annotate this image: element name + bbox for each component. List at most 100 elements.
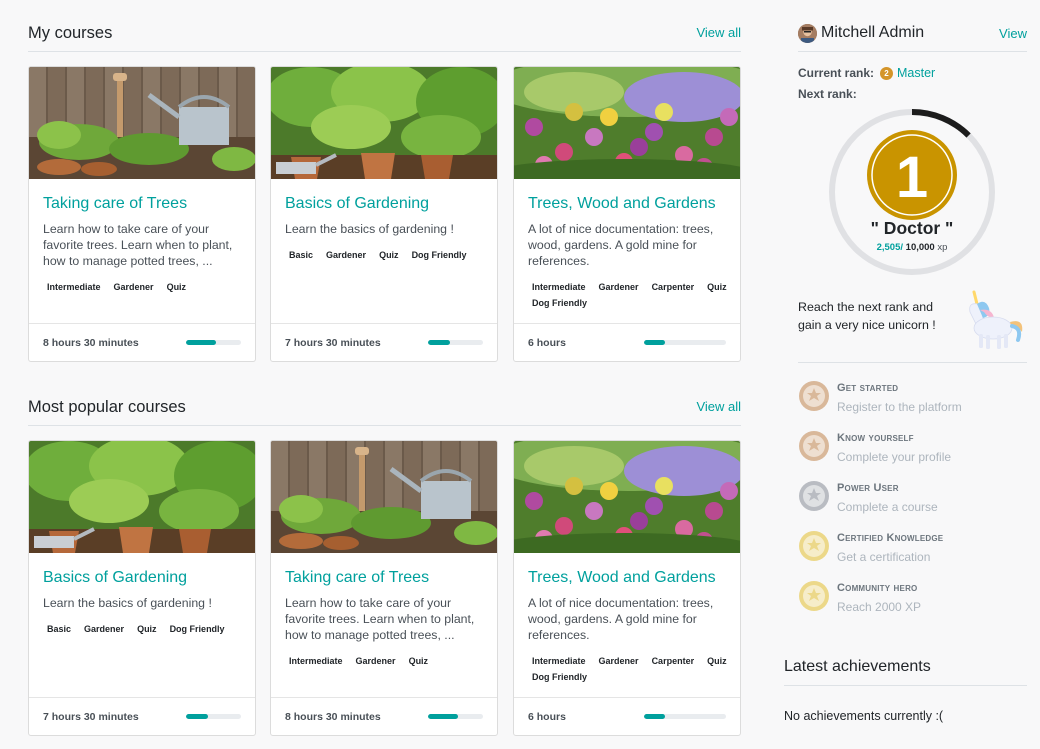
course-title[interactable]: Basics of Gardening [43, 569, 187, 587]
course-title[interactable]: Basics of Gardening [285, 195, 429, 213]
course-card[interactable]: Basics of Gardening Learn the basics of … [28, 440, 256, 736]
badge-title: Get started [837, 382, 899, 394]
xp-current: 2,505 [876, 242, 901, 253]
course-tags: Intermediate Gardener Quiz [285, 653, 490, 669]
course-title[interactable]: Taking care of Trees [43, 195, 187, 213]
course-tag[interactable]: Gardener [351, 653, 400, 669]
course-progress-fill [428, 340, 450, 345]
sidebar-divider [798, 362, 1027, 363]
unicorn-icon [960, 282, 1026, 357]
course-progress-fill [186, 714, 208, 719]
course-footer: 8 hours 30 minutes [271, 697, 497, 735]
next-rank-name: " Doctor " [870, 218, 954, 238]
course-tags: Intermediate Gardener Quiz [43, 279, 248, 295]
course-tag[interactable]: Quiz [133, 621, 161, 637]
badge-title: Know yourself [837, 432, 914, 444]
course-tag[interactable]: Quiz [404, 653, 433, 669]
course-duration: 7 hours 30 minutes [285, 337, 381, 349]
badge-description: Complete a course [837, 500, 938, 514]
course-tag[interactable]: Gardener [594, 279, 643, 295]
course-tags: Intermediate Gardener Carpenter Quiz Dog Fri… [528, 653, 733, 685]
course-tag[interactable]: Intermediate [285, 653, 347, 669]
course-tag[interactable]: Quiz [375, 247, 403, 263]
course-tag[interactable]: Quiz [162, 279, 191, 295]
course-card[interactable]: Trees, Wood and Gardens A lot of nice do… [513, 66, 741, 362]
course-image[interactable] [29, 441, 255, 553]
course-progress-fill [186, 340, 217, 345]
course-tags: Intermediate Gardener Carpenter Quiz Dog Fri… [528, 279, 733, 311]
course-image[interactable] [271, 441, 497, 553]
course-tag[interactable]: Quiz [703, 279, 731, 295]
course-card[interactable]: Taking care of Trees Learn how to take c… [28, 66, 256, 362]
badge-medal-icon [798, 380, 830, 412]
course-tag[interactable]: Basic [43, 621, 76, 637]
course-tag[interactable]: Intermediate [43, 279, 105, 295]
course-duration: 8 hours 30 minutes [43, 337, 139, 349]
badge-medal-icon [798, 580, 830, 612]
course-tag[interactable]: Dog Friendly [528, 669, 592, 685]
course-tag[interactable]: Intermediate [528, 653, 590, 669]
course-tag[interactable]: Carpenter [647, 653, 699, 669]
current-rank[interactable]: 2 Master [880, 66, 935, 80]
badge-item[interactable]: Certified Knowledge Get a certification [798, 530, 1027, 570]
badge-description: Register to the platform [837, 400, 962, 414]
course-image[interactable] [514, 67, 740, 179]
course-description: Learn the basics of gardening ! [43, 596, 212, 610]
badge-item[interactable]: Power User Complete a course [798, 480, 1027, 520]
course-description: A lot of nice documentation: trees, wood… [528, 596, 714, 642]
course-footer: 6 hours [514, 697, 740, 735]
course-description: Learn the basics of gardening ! [285, 222, 454, 236]
course-description: Learn how to take care of your favorite … [43, 222, 233, 268]
course-tag[interactable]: Basic [285, 247, 318, 263]
popular-courses-view-all-link[interactable]: View all [696, 399, 741, 414]
course-footer: 6 hours [514, 323, 740, 361]
badge-item[interactable]: Know yourself Complete your profile [798, 430, 1027, 470]
course-progress-bar [186, 714, 241, 719]
latest-achievements-header: Latest achievements [784, 658, 1027, 686]
course-title[interactable]: Taking care of Trees [285, 569, 429, 587]
next-rank-description: Reach the next rank and gain a very nice… [798, 300, 936, 332]
course-image[interactable] [271, 67, 497, 179]
course-tag[interactable]: Gardener [109, 279, 158, 295]
xp-counter: 2,505/ 10,000 xp [828, 242, 996, 253]
my-courses-view-all-link[interactable]: View all [696, 25, 741, 40]
course-tag[interactable]: Quiz [703, 653, 731, 669]
course-card[interactable]: Basics of Gardening Learn the basics of … [270, 66, 498, 362]
course-title[interactable]: Trees, Wood and Gardens [528, 569, 716, 587]
course-tag[interactable]: Dog Friendly [165, 621, 229, 637]
badge-medal-icon [798, 430, 830, 462]
course-tag[interactable]: Gardener [594, 653, 643, 669]
avatar[interactable] [798, 24, 817, 43]
badge-title: Power User [837, 482, 899, 494]
user-name[interactable]: Mitchell Admin [821, 24, 924, 42]
profile-view-link[interactable]: View [999, 26, 1027, 41]
course-footer: 7 hours 30 minutes [271, 323, 497, 361]
badge-title: Certified Knowledge [837, 532, 944, 544]
course-tag[interactable]: Gardener [80, 621, 129, 637]
course-progress-bar [428, 340, 483, 345]
badge-item[interactable]: Community hero Reach 2000 XP [798, 580, 1027, 620]
course-tag[interactable]: Carpenter [647, 279, 699, 295]
current-rank-name: Master [897, 66, 936, 80]
no-achievements-text: No achievements currently :( [784, 709, 944, 723]
course-image[interactable] [514, 441, 740, 553]
course-card[interactable]: Trees, Wood and Gardens A lot of nice do… [513, 440, 741, 736]
badge-medal-icon [798, 480, 830, 512]
badge-description: Reach 2000 XP [837, 600, 922, 614]
course-tag[interactable]: Gardener [322, 247, 371, 263]
course-progress-bar [644, 714, 726, 719]
badge-item[interactable]: Get started Register to the platform [798, 380, 1027, 420]
course-tag[interactable]: Dog Friendly [407, 247, 471, 263]
course-duration: 7 hours 30 minutes [43, 711, 139, 723]
course-duration: 8 hours 30 minutes [285, 711, 381, 723]
user-row: Mitchell Admin View [798, 24, 1027, 52]
next-rank-progress-ring: 1 " Doctor " 2,505/ 10,000 xp [828, 108, 996, 276]
course-image[interactable] [29, 67, 255, 179]
badge-description: Get a certification [837, 550, 931, 564]
course-tag[interactable]: Intermediate [528, 279, 590, 295]
course-card[interactable]: Taking care of Trees Learn how to take c… [270, 440, 498, 736]
popular-courses-header: Most popular courses View all [28, 398, 741, 426]
rank-medal-icon: 2 [880, 66, 893, 80]
course-title[interactable]: Trees, Wood and Gardens [528, 195, 716, 213]
course-tag[interactable]: Dog Friendly [528, 295, 592, 311]
